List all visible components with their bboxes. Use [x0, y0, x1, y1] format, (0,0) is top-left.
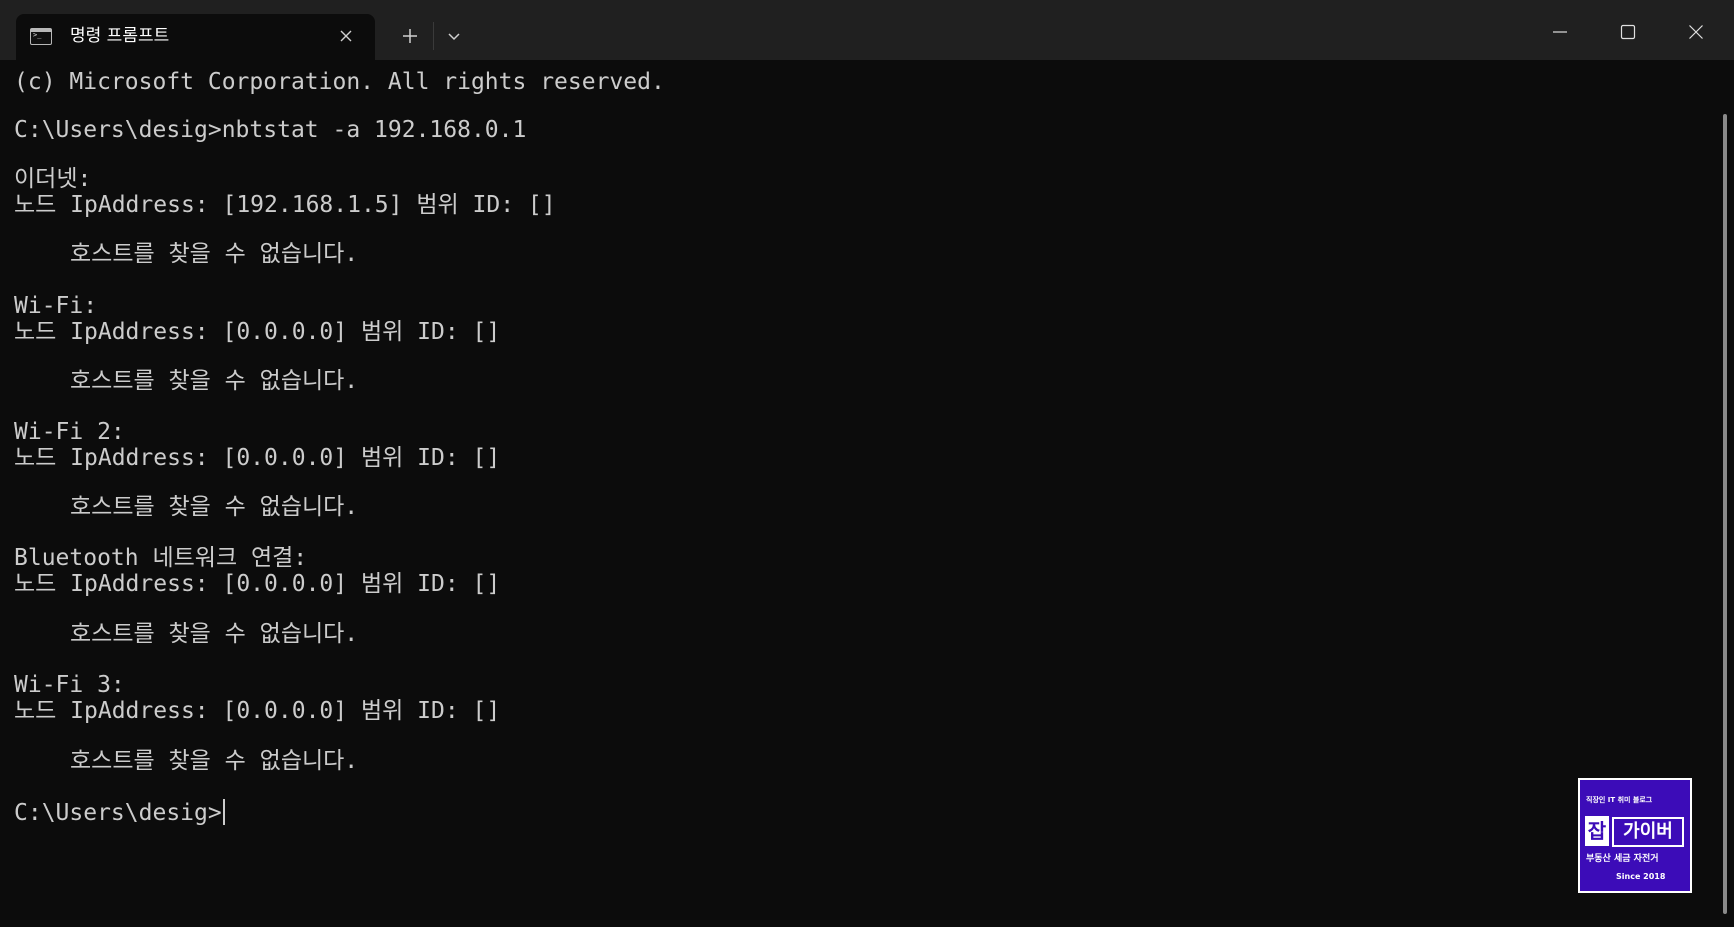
- terminal-line: Wi-Fi 3:: [14, 672, 125, 698]
- terminal-line: 호스트를 찾을 수 없습니다.: [70, 748, 359, 774]
- terminal-line: 노드 IpAddress: [0.0.0.0] 범위 ID: []: [14, 571, 501, 597]
- terminal-line: 호스트를 찾을 수 없습니다.: [70, 494, 359, 520]
- plus-icon: [403, 29, 417, 43]
- tab-title: 명령 프롬프트: [70, 26, 170, 46]
- terminal-line: 호스트를 찾을 수 없습니다.: [70, 621, 359, 647]
- new-tab-button[interactable]: [392, 20, 428, 52]
- scrollbar-thumb[interactable]: [1723, 114, 1727, 914]
- maximize-button[interactable]: [1598, 10, 1658, 54]
- tab-command-prompt[interactable]: 명령 프롬프트: [16, 14, 375, 60]
- terminal-line: 노드 IpAddress: [0.0.0.0] 범위 ID: []: [14, 319, 501, 345]
- terminal-line: C:\Users\desig>nbtstat -a 192.168.0.1: [14, 117, 527, 143]
- title-bar: 명령 프롬프트: [0, 0, 1734, 60]
- minimize-button[interactable]: [1530, 10, 1590, 54]
- terminal-line: 노드 IpAddress: [0.0.0.0] 범위 ID: []: [14, 698, 501, 724]
- watermark-logo: 직장인 IT 취미 블로그 잡 가이버 부동산 세금 자전거 Since 201…: [1578, 778, 1692, 893]
- chevron-down-icon: [448, 33, 460, 41]
- terminal-line: Wi-Fi 2:: [14, 419, 125, 445]
- tab-divider: [433, 22, 434, 50]
- watermark-tagline: 직장인 IT 취미 블로그: [1586, 796, 1653, 804]
- tab-close-button[interactable]: [332, 22, 360, 50]
- close-icon: [340, 30, 352, 42]
- vertical-scrollbar[interactable]: [1718, 60, 1734, 927]
- prompt-text: C:\Users\desig>: [14, 800, 222, 826]
- terminal-line: Bluetooth 네트워크 연결:: [14, 545, 308, 571]
- terminal-line: (c) Microsoft Corporation. All rights re…: [14, 69, 665, 95]
- watermark-inner: 직장인 IT 취미 블로그 잡 가이버 부동산 세금 자전거 Since 201…: [1580, 780, 1690, 891]
- watermark-since: Since 2018: [1616, 872, 1666, 881]
- minimize-icon: [1553, 31, 1567, 33]
- terminal-output[interactable]: (c) Microsoft Corporation. All rights re…: [0, 60, 1716, 927]
- close-button[interactable]: [1666, 10, 1726, 54]
- terminal-line: Wi-Fi:: [14, 293, 98, 319]
- terminal-line: 노드 IpAddress: [192.168.1.5] 범위 ID: []: [14, 192, 556, 218]
- terminal-line: 이더넷:: [14, 166, 92, 192]
- terminal-icon: [30, 28, 52, 45]
- terminal-window: 명령 프롬프트: [0, 0, 1734, 927]
- maximize-icon: [1620, 24, 1636, 40]
- watermark-name: 가이버: [1612, 817, 1684, 847]
- close-icon: [1689, 25, 1703, 39]
- terminal-line: 호스트를 찾을 수 없습니다.: [70, 241, 359, 267]
- tab-dropdown-button[interactable]: [438, 20, 470, 52]
- terminal-prompt-line[interactable]: C:\Users\desig>: [14, 799, 225, 827]
- terminal-line: 호스트를 찾을 수 없습니다.: [70, 368, 359, 394]
- watermark-subtitle: 부동산 세금 자전거: [1586, 854, 1659, 864]
- watermark-big-char: 잡: [1585, 816, 1609, 846]
- text-cursor: [222, 799, 225, 825]
- terminal-line: 노드 IpAddress: [0.0.0.0] 범위 ID: []: [14, 445, 501, 471]
